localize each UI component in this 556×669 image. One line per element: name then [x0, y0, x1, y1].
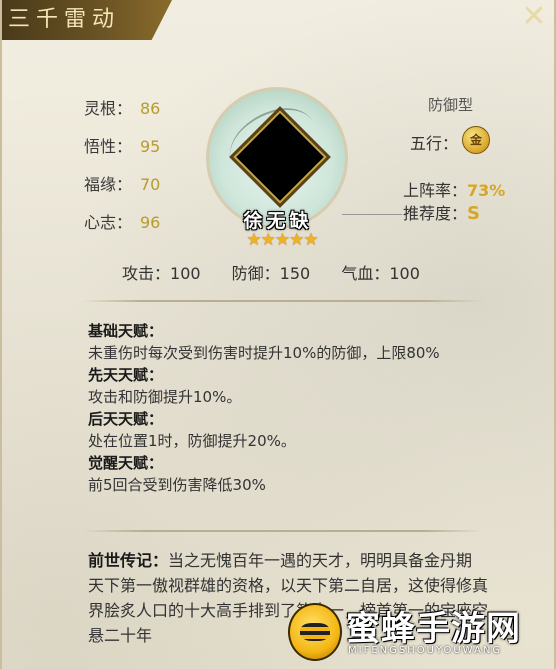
decor-line — [342, 214, 402, 215]
deploy-rate-value: 73% — [467, 181, 506, 200]
talent-text: 未重伤时每次受到伤害时提升10%的防御，上限80% — [88, 344, 440, 362]
attribute-value: 96 — [140, 213, 161, 232]
bee-logo-icon — [288, 603, 342, 661]
combat-stat-label: 防御： — [231, 264, 280, 283]
talent-title: 基础天赋： — [88, 322, 164, 340]
attribute-label: 福缘： — [84, 175, 133, 194]
hero-type: 防御型 — [428, 96, 474, 114]
combat-stat-label: 攻击： — [122, 264, 171, 283]
attribute-label: 心志： — [84, 213, 133, 232]
attribute-label: 悟性： — [84, 137, 133, 156]
attribute-list: 灵根： 86 悟性： 95 福缘： 70 心志： 96 — [84, 96, 160, 248]
recommendation-grade: S — [467, 203, 480, 224]
attribute-value: 70 — [140, 175, 161, 194]
attribute-value: 86 — [140, 99, 161, 118]
star-rating: ★★★★★ — [246, 230, 318, 250]
recommendation-label: 推荐度： — [403, 204, 468, 223]
watermark-subtitle: MIFENGSHOUYOUWANG — [348, 645, 503, 656]
recommendation: 推荐度：S — [403, 200, 480, 224]
deploy-rate-label: 上阵率： — [403, 181, 468, 200]
combat-stat-value: 100 — [389, 264, 420, 283]
divider — [82, 300, 482, 302]
screen: 三千雷动 ✕ 灵根： 86 悟性： 95 福缘： 70 心志： 96 徐无缺 ★★★★★… — [0, 0, 556, 669]
combat-stat: 攻击：100 — [122, 260, 201, 284]
biography-title: 前世传记： — [88, 551, 169, 570]
attribute-row: 灵根： 86 — [84, 96, 160, 134]
watermark-name: 蜜蜂手游网 — [346, 609, 521, 649]
deploy-rate: 上阵率：73% — [403, 177, 505, 201]
talent-title: 先天天赋： — [88, 366, 164, 384]
combat-stat-value: 150 — [279, 264, 311, 283]
attribute-row: 福缘： 70 — [84, 172, 160, 210]
watermark: 蜜蜂手游网 MIFENGSHOUYOUWANG — [288, 601, 548, 665]
panel-title: 三千雷动 — [2, 0, 172, 40]
wuxing-label: 五行： — [410, 134, 459, 153]
combat-stat: 防御：150 — [232, 260, 311, 284]
close-icon[interactable]: ✕ — [518, 2, 550, 34]
combat-stats: 攻击：100 防御：150 气血：100 — [122, 260, 420, 284]
talent-text: 攻击和防御提升10%。 — [88, 388, 242, 406]
divider — [82, 530, 482, 532]
talent-list: 基础天赋： 未重伤时每次受到伤害时提升10%的防御，上限80% 先天天赋： 攻击… — [88, 320, 488, 496]
talent-title: 后天天赋： — [88, 410, 164, 428]
hero-detail-panel: 三千雷动 ✕ 灵根： 86 悟性： 95 福缘： 70 心志： 96 徐无缺 ★★★★★… — [0, 0, 556, 669]
hero-name: 徐无缺 — [243, 210, 313, 232]
attribute-row: 悟性： 95 — [84, 134, 160, 172]
attribute-value: 95 — [140, 137, 161, 156]
talent-text: 前5回合受到伤害降低30% — [88, 476, 266, 494]
attribute-row: 心志： 96 — [84, 210, 160, 248]
combat-stat: 气血：100 — [341, 260, 420, 284]
combat-stat-value: 100 — [170, 264, 201, 283]
metal-element-icon: 金 — [462, 126, 490, 154]
combat-stat-label: 气血： — [341, 264, 390, 283]
talent-text: 处在位置1时，防御提升20%。 — [88, 432, 296, 450]
talent-title: 觉醒天赋： — [88, 454, 164, 472]
attribute-label: 灵根： — [84, 99, 133, 118]
